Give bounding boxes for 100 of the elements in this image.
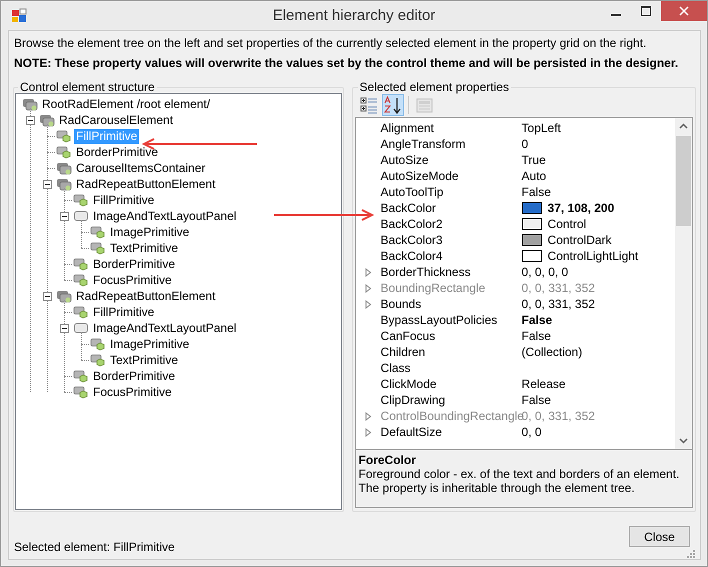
collapse-toggle[interactable] xyxy=(43,180,52,188)
close-icon xyxy=(679,6,689,16)
expand-arrow-icon[interactable] xyxy=(364,268,372,276)
property-name[interactable]: BackColor3 xyxy=(380,233,522,247)
property-name[interactable]: ClipDrawing xyxy=(380,393,522,407)
property-value[interactable]: Release xyxy=(522,377,566,391)
property-name[interactable]: AutoToolTip xyxy=(380,185,522,199)
box-hexagon-icon xyxy=(73,304,89,320)
box-hexagon-icon xyxy=(73,192,89,208)
group-title: Control element structure xyxy=(19,81,156,93)
tree-item[interactable]: ImageAndTextLayoutPanel xyxy=(91,320,238,336)
tree-item[interactable]: BorderPrimitive xyxy=(74,144,160,160)
property-name[interactable]: ClickMode xyxy=(380,377,522,391)
box-hexagon-icon xyxy=(73,384,89,400)
property-value[interactable]: False xyxy=(522,393,551,407)
sort-button[interactable] xyxy=(382,94,404,116)
stacked-boxes-icon xyxy=(56,288,72,304)
property-name[interactable]: BypassLayoutPolicies xyxy=(380,313,522,327)
close-dialog-button[interactable]: Close xyxy=(629,526,690,547)
property-name[interactable]: BackColor xyxy=(380,201,522,215)
box-hexagon-icon xyxy=(90,240,106,256)
tree-item[interactable]: FocusPrimitive xyxy=(91,384,174,400)
tree-item[interactable]: BorderPrimitive xyxy=(91,256,178,272)
collapse-toggle[interactable] xyxy=(60,324,69,332)
tree-item[interactable]: FillPrimitive xyxy=(91,192,156,208)
box-hexagon-icon xyxy=(73,368,89,384)
status-text: Selected element: FillPrimitive xyxy=(14,540,175,554)
window-title: Element hierarchy editor xyxy=(272,7,436,24)
tree-item[interactable]: TextPrimitive xyxy=(108,240,180,256)
property-value[interactable]: True xyxy=(522,153,546,167)
tree-item[interactable]: BorderPrimitive xyxy=(91,368,178,384)
property-value[interactable]: ControlDark xyxy=(548,233,612,247)
panel-icon xyxy=(73,208,89,224)
tree-item[interactable]: RootRadElement /root element/ xyxy=(40,96,212,112)
scrollbar[interactable] xyxy=(675,118,692,449)
property-name[interactable]: BackColor2 xyxy=(380,217,522,231)
tree-item[interactable]: RadRepeatButtonElement xyxy=(74,288,218,304)
property-name[interactable]: AutoSizeMode xyxy=(380,169,522,183)
property-value[interactable]: 0, 0, 0, 0 xyxy=(522,265,568,279)
property-value[interactable]: 0 xyxy=(522,137,528,151)
box-hexagon-icon xyxy=(90,224,106,240)
panel-icon xyxy=(73,320,89,336)
property-name[interactable]: Bounds xyxy=(380,297,522,311)
box-hexagon-icon xyxy=(56,128,72,144)
property-name[interactable]: CanFocus xyxy=(380,329,522,343)
minimize-icon xyxy=(611,14,621,16)
property-value[interactable]: (Collection) xyxy=(522,345,582,359)
tree-item[interactable]: RadRepeatButtonElement xyxy=(74,176,218,192)
property-name[interactable]: BackColor4 xyxy=(380,249,522,263)
property-value[interactable]: Auto xyxy=(522,169,546,183)
group-title: Selected element properties xyxy=(358,81,510,93)
box-hexagon-icon xyxy=(56,144,72,160)
property-name[interactable]: AutoSize xyxy=(380,153,522,167)
collapse-toggle[interactable] xyxy=(43,292,52,300)
expand-arrow-icon[interactable] xyxy=(364,412,372,420)
tree-item[interactable]: ImagePrimitive xyxy=(108,224,192,240)
property-name[interactable]: Class xyxy=(380,361,522,375)
box-hexagon-icon xyxy=(73,256,89,272)
tree-item[interactable]: ImagePrimitive xyxy=(108,336,192,352)
collapse-toggle[interactable] xyxy=(26,116,35,124)
note-text: NOTE: These property values will overwrite the values set by the control theme and will be persisted in the designer. xyxy=(14,55,680,71)
resize-grip-icon[interactable] xyxy=(686,549,695,558)
collapse-toggle[interactable] xyxy=(60,212,69,220)
stacked-boxes-icon xyxy=(22,96,38,112)
tree-item[interactable]: FocusPrimitive xyxy=(91,272,174,288)
property-value[interactable]: False xyxy=(522,185,551,199)
property-name[interactable]: Children xyxy=(380,345,522,359)
tree-item[interactable]: ImageAndTextLayoutPanel xyxy=(91,208,238,224)
property-value[interactable]: ControlLightLight xyxy=(548,249,638,263)
property-name[interactable]: BorderThickness xyxy=(380,265,522,279)
property-value[interactable]: 37, 108, 200 xyxy=(548,201,614,215)
tree-item[interactable]: RadCarouselElement xyxy=(57,112,176,128)
scroll-thumb[interactable] xyxy=(676,136,691,226)
tree-item[interactable]: FillPrimitive xyxy=(91,304,156,320)
property-value[interactable]: False xyxy=(522,313,552,327)
property-name[interactable]: DefaultSize xyxy=(380,425,522,439)
tree-item[interactable]: TextPrimitive xyxy=(108,352,180,368)
expand-arrow-icon[interactable] xyxy=(364,284,372,292)
close-button[interactable] xyxy=(661,1,707,21)
description-text: Foreground color - ex. of the text and borders of an element. The property is inheritable through the element tree. xyxy=(358,467,680,495)
box-hexagon-icon xyxy=(90,352,106,368)
property-name[interactable]: AngleTransform xyxy=(380,137,522,151)
property-value[interactable]: Control xyxy=(548,217,586,231)
tree-item[interactable]: CarouselItemsContainer xyxy=(74,160,208,176)
property-value[interactable]: TopLeft xyxy=(522,121,561,135)
box-hexagon-icon xyxy=(73,272,89,288)
property-value[interactable]: 0, 0 xyxy=(522,425,542,439)
box-hexagon-icon xyxy=(90,336,106,352)
property-name[interactable]: Alignment xyxy=(380,121,522,135)
stacked-boxes-icon xyxy=(56,160,72,176)
maximize-icon xyxy=(641,6,651,16)
intro-text: Browse the element tree on the left and set properties of the currently selected element in the property grid on the right. xyxy=(14,35,648,51)
stacked-boxes-icon xyxy=(39,112,55,128)
description-title: ForeColor xyxy=(358,453,417,467)
expand-arrow-icon[interactable] xyxy=(364,300,372,308)
property-value[interactable]: False xyxy=(522,329,551,343)
property-value[interactable]: 0, 0, 331, 352 xyxy=(522,297,595,311)
expand-arrow-icon[interactable] xyxy=(364,428,372,436)
app-icon xyxy=(11,8,27,24)
stacked-boxes-icon xyxy=(56,176,72,192)
